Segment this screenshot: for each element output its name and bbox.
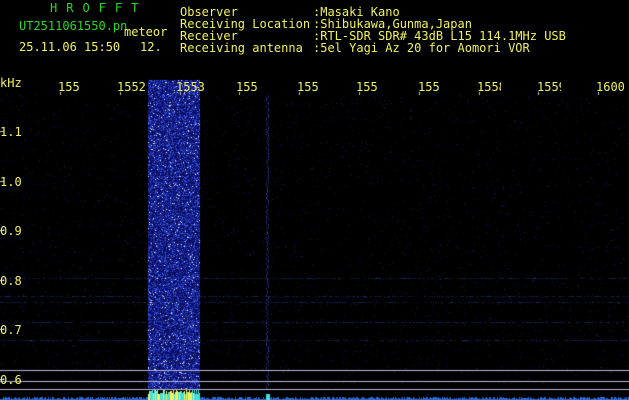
x-tick-label: 1558 xyxy=(477,80,501,94)
x-tick-label: 155 xyxy=(236,80,258,94)
y-tick-label: 0.8 xyxy=(0,274,22,288)
datetime-label: 25.11.06 15:50 xyxy=(19,40,121,54)
info-antenna-value: :5el Yagi Az 20 for Aomori VOR xyxy=(313,41,530,55)
x-tick-label: 155 xyxy=(58,80,80,94)
y-tick-label: 1.1 xyxy=(0,125,22,139)
x-tick-label: 1553 xyxy=(176,80,205,94)
y-tick-label: 1.0 xyxy=(0,175,22,189)
axis-unit-label: kHz xyxy=(0,76,22,90)
spectrogram-canvas xyxy=(0,0,629,400)
y-tick-label: 0.6 xyxy=(0,373,22,387)
count-label: 12. xyxy=(140,40,162,54)
filename-label: UT2511061550.pn xyxy=(19,19,128,33)
x-tick-label: 155 xyxy=(297,80,319,94)
x-tick-label: 1600 xyxy=(596,80,625,94)
x-tick-label: 1559 xyxy=(537,80,561,94)
x-tick-label: 155 xyxy=(418,80,440,94)
mode-label: meteor xyxy=(124,25,168,39)
y-tick-label: 0.7 xyxy=(0,323,22,337)
info-antenna-label: Receiving antenna xyxy=(180,41,303,55)
x-tick-label: 1552 xyxy=(117,80,146,94)
y-tick-label: 0.9 xyxy=(0,224,22,238)
x-tick-label: 155( xyxy=(356,80,380,94)
app-title: HROFFT xyxy=(50,1,148,15)
